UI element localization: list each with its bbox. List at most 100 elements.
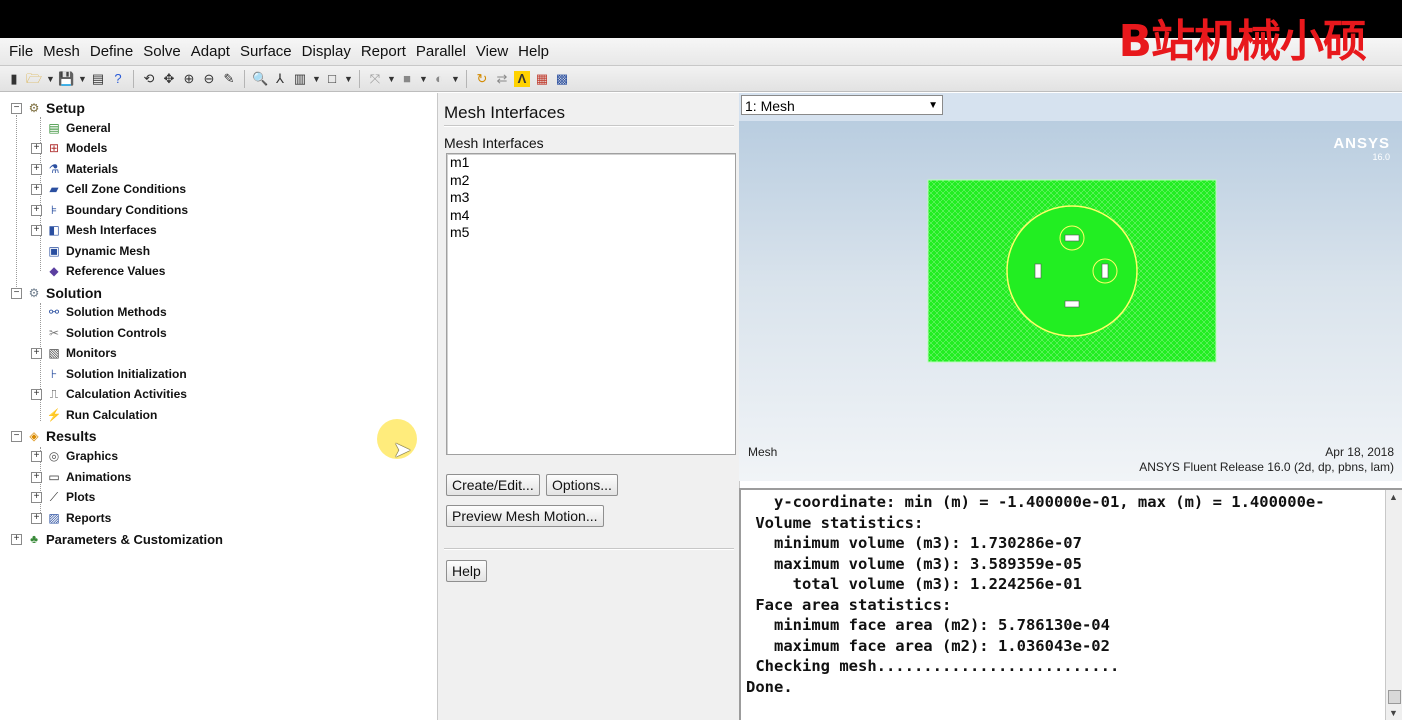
menu-view[interactable]: View bbox=[471, 43, 513, 60]
layout-dropdown-icon[interactable]: ▼ bbox=[312, 71, 321, 87]
window-icon[interactable]: □ bbox=[324, 71, 340, 87]
collapse-icon[interactable]: − bbox=[11, 287, 22, 299]
open-folder-icon[interactable]: 🗁 bbox=[26, 71, 42, 87]
console[interactable]: y-coordinate: min (m) = -1.400000e-01, m… bbox=[739, 488, 1402, 720]
tree-item-general[interactable]: ▤ General bbox=[46, 118, 110, 138]
tree-item-cell-zone-conditions[interactable]: + ▰ Cell Zone Conditions bbox=[31, 179, 186, 199]
menu-mesh[interactable]: Mesh bbox=[38, 43, 85, 60]
menu-surface[interactable]: Surface bbox=[235, 43, 297, 60]
graphics-caption: Mesh bbox=[748, 445, 778, 459]
scroll-down-icon[interactable]: ▼ bbox=[1389, 708, 1398, 718]
console-scrollbar[interactable]: ▲ ▼ bbox=[1385, 490, 1402, 720]
list-item[interactable]: m2 bbox=[447, 172, 735, 190]
graphics-viewport[interactable]: ANSYS 16.0 Mesh Apr 18, 2018 ANSYS Fluen… bbox=[739, 121, 1402, 481]
tree-item-models[interactable]: + ⊞ Models bbox=[31, 138, 107, 158]
tree-item-solution-initialization[interactable]: ⊦ Solution Initialization bbox=[46, 364, 187, 384]
expand-icon[interactable]: + bbox=[31, 183, 42, 195]
list-item[interactable]: m3 bbox=[447, 189, 735, 207]
sync-icon[interactable]: ⇄ bbox=[494, 71, 510, 87]
setup-icon: ⚙ bbox=[28, 101, 40, 115]
zoom-out-icon[interactable]: ⊖ bbox=[201, 71, 217, 87]
menu-adapt[interactable]: Adapt bbox=[186, 43, 235, 60]
tree-item-animations[interactable]: + ▭ Animations bbox=[31, 467, 131, 487]
expand-icon[interactable]: + bbox=[31, 142, 42, 154]
transform-dropdown-icon[interactable]: ▼ bbox=[387, 71, 396, 87]
expand-icon[interactable]: + bbox=[31, 224, 42, 236]
graphics-icon: ◎ bbox=[48, 449, 60, 463]
tree-item-materials[interactable]: + ⚗ Materials bbox=[31, 159, 118, 179]
help-icon[interactable]: ? bbox=[110, 71, 126, 87]
list-item[interactable]: m5 bbox=[447, 224, 735, 242]
expand-icon[interactable]: + bbox=[31, 471, 42, 483]
report-icon[interactable]: ▦ bbox=[534, 71, 550, 87]
expand-icon[interactable]: + bbox=[31, 450, 42, 462]
probe-icon[interactable]: ✎ bbox=[221, 71, 237, 87]
save-icon[interactable]: 💾 bbox=[58, 71, 74, 87]
tree-item-plots[interactable]: + ⟋ Plots bbox=[31, 487, 95, 507]
tree-results[interactable]: − ◈ Results bbox=[11, 426, 97, 446]
fit-view-icon[interactable]: 🔍 bbox=[252, 71, 268, 87]
expand-icon[interactable]: + bbox=[31, 388, 42, 400]
ansys-a-icon[interactable]: Λ bbox=[514, 70, 530, 87]
tree-item-graphics[interactable]: + ◎ Graphics bbox=[31, 446, 118, 466]
graphics-window-select[interactable]: 1: Mesh ▼ bbox=[741, 95, 943, 115]
expand-icon[interactable]: + bbox=[11, 533, 22, 545]
color-dropdown-icon[interactable]: ▼ bbox=[419, 71, 428, 87]
list-item[interactable]: m1 bbox=[447, 154, 735, 172]
options-button[interactable]: Options... bbox=[546, 474, 618, 496]
boundary-icon: ⊧ bbox=[50, 203, 58, 217]
tree-item-reports[interactable]: + ▨ Reports bbox=[31, 508, 111, 528]
collapse-icon[interactable]: − bbox=[11, 102, 22, 114]
tree-solution[interactable]: − ⚙ Solution bbox=[11, 283, 102, 303]
menu-file[interactable]: File bbox=[4, 43, 38, 60]
tree-item-run-calculation[interactable]: ⚡ Run Calculation bbox=[46, 405, 158, 425]
tree-item-calculation-activities[interactable]: + ⎍ Calculation Activities bbox=[31, 384, 187, 404]
scroll-thumb[interactable] bbox=[1388, 690, 1401, 704]
task-panel: Mesh Interfaces Mesh Interfaces m1 m2 m3… bbox=[437, 93, 740, 720]
cell-zone-icon: ▰ bbox=[49, 182, 59, 196]
mesh-interfaces-list[interactable]: m1 m2 m3 m4 m5 bbox=[446, 153, 736, 455]
tree-parameters-customization[interactable]: + ♣ Parameters & Customization bbox=[11, 529, 223, 549]
expand-icon[interactable]: + bbox=[31, 512, 42, 524]
tree-item-boundary-conditions[interactable]: + ⊧ Boundary Conditions bbox=[31, 200, 188, 220]
save-dropdown-icon[interactable]: ▼ bbox=[78, 71, 87, 87]
lights-icon[interactable]: ◐ bbox=[431, 71, 447, 87]
layout-icon[interactable]: ▥ bbox=[292, 71, 308, 87]
transform-icon[interactable]: ⤧ bbox=[367, 71, 383, 87]
tree-item-reference-values[interactable]: ◆ Reference Values bbox=[46, 261, 165, 281]
expand-icon[interactable]: + bbox=[31, 347, 42, 359]
tree-setup[interactable]: − ⚙ Setup bbox=[11, 98, 85, 118]
expand-icon[interactable]: + bbox=[31, 491, 42, 503]
open-dropdown-icon[interactable]: ▼ bbox=[46, 71, 55, 87]
preview-mesh-motion-button[interactable]: Preview Mesh Motion... bbox=[446, 505, 604, 527]
tree-item-solution-methods[interactable]: ⚯ Solution Methods bbox=[46, 302, 167, 322]
tree-item-dynamic-mesh[interactable]: ▣ Dynamic Mesh bbox=[46, 241, 150, 261]
solution-methods-icon: ⚯ bbox=[48, 305, 60, 319]
print-icon[interactable]: ▤ bbox=[90, 71, 106, 87]
collapse-icon[interactable]: − bbox=[11, 430, 22, 442]
menu-display[interactable]: Display bbox=[297, 43, 356, 60]
menu-solve[interactable]: Solve bbox=[138, 43, 186, 60]
color-icon[interactable]: ■ bbox=[399, 71, 415, 87]
expand-icon[interactable]: + bbox=[31, 204, 42, 216]
mdm-icon[interactable]: ▩ bbox=[554, 71, 570, 87]
create-edit-button[interactable]: Create/Edit... bbox=[446, 474, 540, 496]
tree-item-monitors[interactable]: + ▧ Monitors bbox=[31, 343, 117, 363]
menu-report[interactable]: Report bbox=[356, 43, 411, 60]
scroll-up-icon[interactable]: ▲ bbox=[1389, 492, 1398, 502]
zoom-in-icon[interactable]: ⊕ bbox=[181, 71, 197, 87]
pan-icon[interactable]: ✥ bbox=[161, 71, 177, 87]
help-button[interactable]: Help bbox=[446, 560, 487, 582]
list-item[interactable]: m4 bbox=[447, 207, 735, 225]
refresh-icon[interactable]: ↻ bbox=[474, 71, 490, 87]
tree-item-mesh-interfaces[interactable]: + ◧ Mesh Interfaces bbox=[31, 220, 157, 240]
lights-dropdown-icon[interactable]: ▼ bbox=[451, 71, 460, 87]
rotate-icon[interactable]: ⟲ bbox=[141, 71, 157, 87]
menu-define[interactable]: Define bbox=[85, 43, 138, 60]
expand-icon[interactable]: + bbox=[31, 163, 42, 175]
tree-item-solution-controls[interactable]: ✂ Solution Controls bbox=[46, 323, 167, 343]
menu-parallel[interactable]: Parallel bbox=[411, 43, 471, 60]
window-dropdown-icon[interactable]: ▼ bbox=[344, 71, 353, 87]
axes-icon[interactable]: ⅄ bbox=[272, 71, 288, 87]
menu-help[interactable]: Help bbox=[513, 43, 554, 60]
